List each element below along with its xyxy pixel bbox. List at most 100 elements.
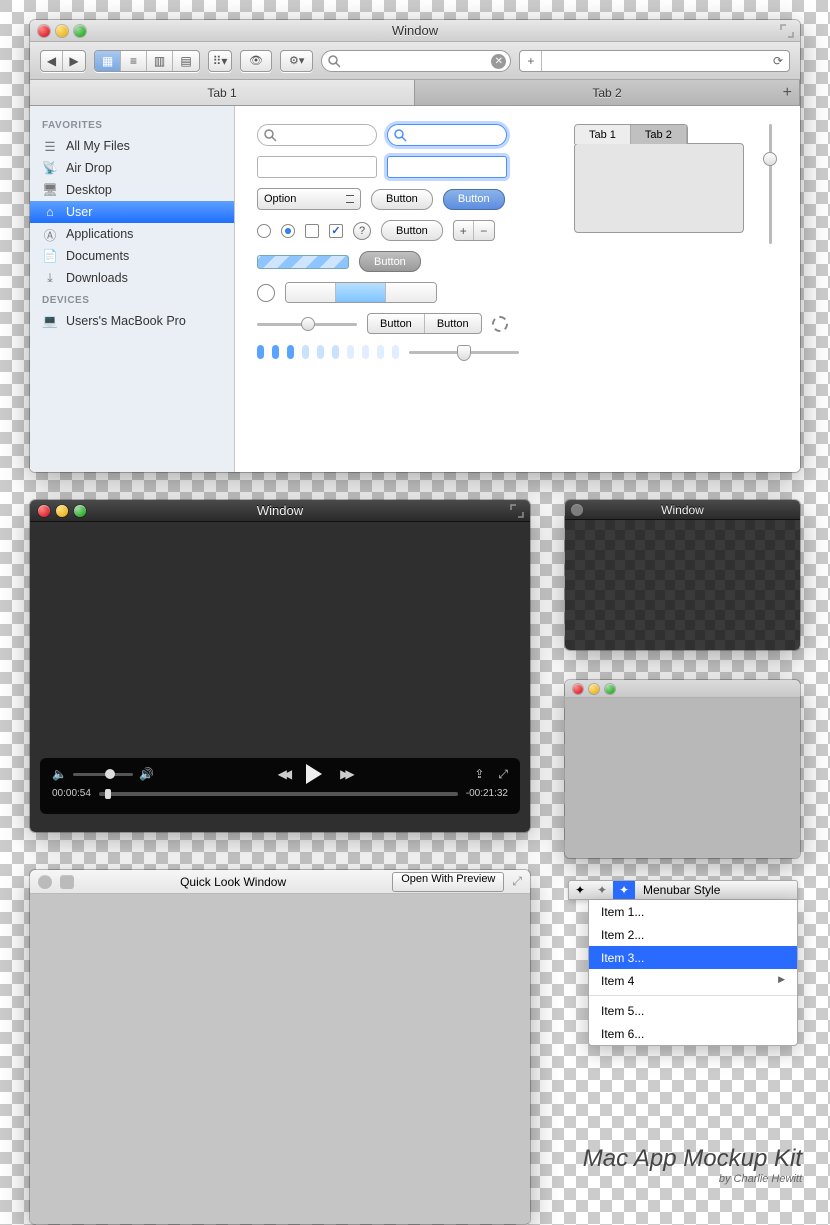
video-controls: 🔈 🔊 ◀◀ ▶▶ ⇪ ⤢ 00:00:54 -00:21:32 [40,758,520,814]
sidebar-item-applications[interactable]: ⒶApplications [30,223,234,245]
toolbar-search[interactable]: ✕ [321,50,511,72]
titlebar[interactable] [565,680,800,698]
sidebar-item-documents[interactable]: 📄Documents [30,245,234,267]
titlebar[interactable]: Window [30,20,800,42]
sidebar-item-user[interactable]: ⌂User [30,201,234,223]
rewind-icon[interactable]: ◀◀ [278,767,288,781]
hud-body [565,520,800,650]
new-tab-icon[interactable]: + [783,84,792,102]
share-icon[interactable]: ⇪ [474,767,484,782]
progress-bar [257,255,349,269]
arrange-icon: ⠿▾ [209,51,231,71]
expand-icon[interactable] [60,875,74,889]
slider-pointer[interactable] [409,344,519,360]
reload-icon[interactable]: ⟳ [773,54,783,68]
menu-item[interactable]: Item 1... [589,900,797,923]
spinner-icon [492,316,508,332]
mini-tab-1[interactable]: Tab 1 [575,125,631,144]
page-indicator[interactable] [257,345,399,359]
time-remaining: -00:21:32 [466,788,508,799]
mini-tabs-body [574,143,744,233]
search-field-focused[interactable] [387,124,507,146]
close-icon[interactable] [38,875,52,889]
menu-item-submenu[interactable]: Item 4 [589,969,797,992]
fullscreen-icon[interactable] [510,504,524,518]
sidebar-item-downloads[interactable]: ⤓Downloads [30,267,234,289]
titlebar[interactable]: Quick Look Window Open With Preview ⤢ [30,870,530,894]
sidebar-item-all-files[interactable]: ☰All My Files [30,135,234,157]
mini-tabs[interactable]: Tab 1 Tab 2 [574,124,688,144]
finder-window: Window ◀▶ ▦ ≡ ▥ ▤ ⠿▾ 👁 ⚙▾ ✕ + ⟳ Tab 1 Ta… [30,20,800,472]
fullscreen-icon[interactable]: ⤢ [512,874,522,889]
vertical-slider[interactable] [762,124,778,244]
push-button-2[interactable]: Button [381,220,443,241]
add-bookmark-icon[interactable]: + [520,51,542,71]
sidebar-item-airdrop[interactable]: 📡Air Drop [30,157,234,179]
volume-slider[interactable] [73,773,133,776]
button-group[interactable]: ButtonButton [367,313,482,334]
slider[interactable] [257,316,357,332]
tab-1[interactable]: Tab 1 [30,80,415,105]
push-button-default[interactable]: Button [443,189,505,210]
sidebar-heading-favorites: FAVORITES [30,114,234,135]
scrubber[interactable] [99,792,458,796]
video-window: Window 🔈 🔊 ◀◀ ▶▶ ⇪ ⤢ [30,500,530,832]
home-icon: ⌂ [42,204,58,220]
plus-icon: + [454,221,474,240]
menubar-extra-icon[interactable]: ✦ [591,881,613,899]
select-dropdown[interactable]: Option [257,188,361,210]
footer: Mac App Mockup Kit by Charlie Hewitt [583,1145,802,1185]
quicklook-button[interactable]: 👁 [240,50,272,72]
push-button[interactable]: Button [371,189,433,210]
titlebar[interactable]: Window [565,500,800,520]
round-well[interactable] [257,284,275,302]
segmented-control[interactable] [285,282,437,303]
radio-unchecked[interactable] [257,224,271,238]
checkbox-unchecked[interactable] [305,224,319,238]
checkbox-checked[interactable]: ✓ [329,224,343,238]
fullscreen-icon[interactable] [780,24,794,38]
forward-icon[interactable]: ▶▶ [340,767,350,781]
text-field[interactable] [257,156,377,178]
close-icon[interactable] [573,684,583,694]
push-button-grey[interactable]: Button [359,251,421,272]
minimize-icon[interactable] [589,684,599,694]
time-elapsed: 00:00:54 [52,788,91,799]
view-mode-segmented[interactable]: ▦ ≡ ▥ ▤ [94,50,200,72]
play-icon[interactable] [306,764,322,784]
search-field[interactable] [257,124,377,146]
titlebar[interactable]: Window [30,500,530,522]
docs-icon: 📄 [42,248,58,264]
sidebar-item-device[interactable]: 💻Users's MacBook Pro [30,310,234,332]
arrange-dropdown[interactable]: ⠿▾ [208,50,232,72]
tab-2[interactable]: Tab 2 [415,80,800,105]
open-with-button[interactable]: Open With Preview [392,872,504,892]
menu-item[interactable]: Item 6... [589,1022,797,1045]
menu-item[interactable]: Item 2... [589,923,797,946]
window-title: Window [565,503,800,517]
action-dropdown[interactable]: ⚙▾ [280,50,313,72]
stepper[interactable]: +− [453,220,495,241]
zoom-icon[interactable] [605,684,615,694]
sidebar-item-desktop[interactable]: 🖥Desktop [30,179,234,201]
menubar-extra-icon-selected[interactable]: ✦ [613,881,635,899]
mini-tab-2[interactable]: Tab 2 [631,125,687,144]
menubar[interactable]: ✦ ✦ ✦ Menubar Style [568,880,798,900]
search-icon [394,129,407,142]
menu-item-selected[interactable]: Item 3... [589,946,797,969]
volume-high-icon[interactable]: 🔊 [139,767,154,781]
volume-low-icon[interactable]: 🔈 [52,767,67,781]
menubar-extra-icon[interactable]: ✦ [569,881,591,899]
clear-search-icon[interactable]: ✕ [491,54,506,69]
url-field[interactable]: + ⟳ [519,50,790,72]
nav-back-forward[interactable]: ◀▶ [40,50,86,72]
text-field-focused[interactable] [387,156,507,178]
fullscreen-icon[interactable]: ⤢ [498,767,508,782]
radio-checked[interactable] [281,224,295,238]
help-button[interactable]: ? [353,222,371,240]
hud-window: Window [565,500,800,650]
sidebar-heading-devices: DEVICES [30,289,234,310]
content-area: Option Button Button ✓ ? Button +− Butto… [235,106,800,472]
panel-window [565,680,800,858]
menu-item[interactable]: Item 5... [589,999,797,1022]
